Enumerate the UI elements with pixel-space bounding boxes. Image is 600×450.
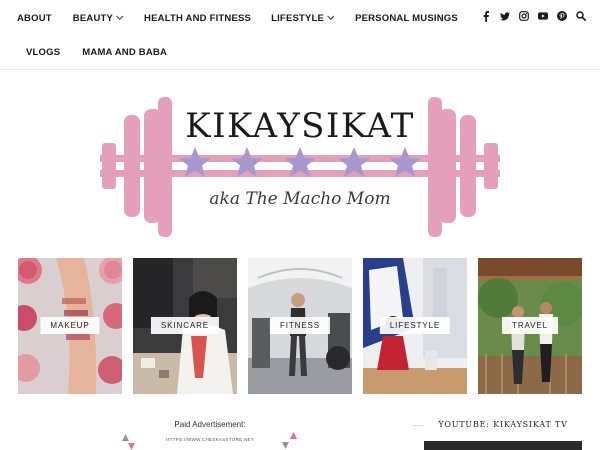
top-navigation: ABOUT BEAUTY HEALTH AND FITNESS LIFESTYL… (0, 0, 600, 70)
nav-row-primary: ABOUT BEAUTY HEALTH AND FITNESS LIFESTYL… (0, 9, 458, 27)
nav-item-about[interactable]: ABOUT (17, 13, 52, 24)
triangle-decoration-icon (290, 432, 297, 439)
nav-item-label: BEAUTY (72, 12, 114, 24)
triangle-decoration-icon (282, 442, 289, 449)
category-label: MAKEUP (40, 317, 100, 334)
nav-item-label: PERSONAL MUSINGS (355, 12, 458, 24)
category-label: LIFESTYLE (379, 317, 451, 334)
chevron-down-icon (116, 12, 124, 20)
twitter-icon[interactable] (500, 10, 510, 22)
nav-item-label: MAMA AND BABA (82, 46, 168, 58)
divider (412, 425, 424, 426)
nav-item-label: HEALTH AND FITNESS (144, 12, 252, 24)
youtube-widget-title: YOUTUBE: KIKAYSIKAT TV (438, 420, 568, 429)
youtube-icon[interactable] (538, 10, 548, 22)
triangle-decoration-icon (122, 434, 129, 441)
search-icon[interactable] (576, 10, 586, 22)
nav-item-label: ABOUT (17, 12, 52, 24)
category-tile-fitness[interactable]: FITNESS (248, 258, 352, 394)
category-tile-makeup[interactable]: MAKEUP (18, 258, 122, 394)
site-logo[interactable]: KIKAYSIKAT aka The Macho Mom (100, 95, 500, 240)
nav-item-beauty[interactable]: BEAUTY (72, 12, 124, 24)
facebook-icon[interactable] (481, 10, 491, 22)
nav-item-vlogs[interactable]: VLOGS (26, 47, 60, 58)
category-label: SKINCARE (150, 317, 220, 334)
category-label: FITNESS (269, 317, 331, 334)
chevron-down-icon (327, 12, 335, 20)
social-links (481, 10, 586, 22)
nav-row-secondary: VLOGS MAMA AND BABA (0, 43, 167, 61)
nav-item-label: LIFESTYLE (271, 12, 325, 24)
logo-tagline: aka The Macho Mom (209, 189, 390, 209)
barbell-logo-graphic: KIKAYSIKAT aka The Macho Mom (100, 97, 500, 237)
ad-link[interactable]: HTTPS://WWW.CHESKASSTORE.NET (110, 437, 310, 442)
category-tiles: MAKEUP SKINCARE FITNESS LIFESTYLE TRAVEL (18, 258, 582, 394)
pinterest-icon[interactable] (557, 10, 567, 22)
youtube-video-embed[interactable] (424, 441, 582, 450)
nav-item-label: VLOGS (26, 46, 61, 58)
triangle-decoration-icon (128, 443, 135, 450)
nav-item-mama-and-baba[interactable]: MAMA AND BABA (82, 47, 167, 58)
nav-item-personal-musings[interactable]: PERSONAL MUSINGS (355, 13, 458, 24)
category-tile-skincare[interactable]: SKINCARE (133, 258, 237, 394)
instagram-icon[interactable] (519, 10, 529, 22)
category-tile-travel[interactable]: TRAVEL (478, 258, 582, 394)
ad-heading: Paid Advertisement: (174, 420, 246, 429)
logo-title: KIKAYSIKAT (185, 106, 415, 146)
category-tile-lifestyle[interactable]: LIFESTYLE (363, 258, 467, 394)
nav-item-lifestyle[interactable]: LIFESTYLE (271, 12, 335, 24)
category-label: TRAVEL (502, 317, 558, 334)
nav-item-health-and-fitness[interactable]: HEALTH AND FITNESS (144, 13, 251, 24)
advertisement-block: Paid Advertisement: HTTPS://WWW.CHESKASS… (110, 420, 310, 450)
